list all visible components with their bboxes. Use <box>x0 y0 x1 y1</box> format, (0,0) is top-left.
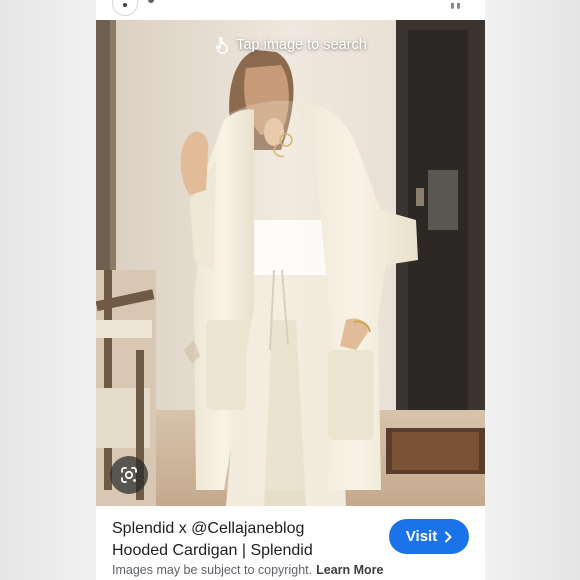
site-header-strip <box>96 0 485 20</box>
product-image[interactable]: Tap image to search <box>96 20 485 506</box>
tap-image-to-search-hint[interactable]: Tap image to search <box>96 36 485 54</box>
learn-more-link[interactable]: Learn More <box>316 563 383 577</box>
lens-search-button[interactable] <box>110 456 148 494</box>
more-options-icon[interactable] <box>451 0 469 9</box>
visit-button-label: Visit <box>405 528 438 545</box>
result-title[interactable]: Splendid x @Cellajaneblog Hooded Cardiga… <box>112 518 372 562</box>
site-favicon-icon[interactable] <box>112 0 138 16</box>
right-background-margin <box>484 0 580 580</box>
result-title-line-2: Hooded Cardigan | Splendid <box>112 542 313 559</box>
copyright-notice: Images may be subject to copyright. Learn… <box>112 563 384 577</box>
tap-icon <box>215 36 228 54</box>
site-name-fragment <box>148 0 154 3</box>
product-photo-illustration <box>96 20 485 506</box>
lens-icon <box>121 467 137 483</box>
copyright-text: Images may be subject to copyright. <box>112 563 313 577</box>
image-result-panel: Tap image to search Splendid x @Cellajan… <box>96 0 485 580</box>
chevron-right-icon <box>445 531 452 542</box>
visit-button[interactable]: Visit <box>389 519 469 554</box>
result-title-line-1: Splendid x @Cellajaneblog <box>112 520 305 537</box>
left-background-margin <box>0 0 96 580</box>
tap-hint-label: Tap image to search <box>236 37 367 53</box>
